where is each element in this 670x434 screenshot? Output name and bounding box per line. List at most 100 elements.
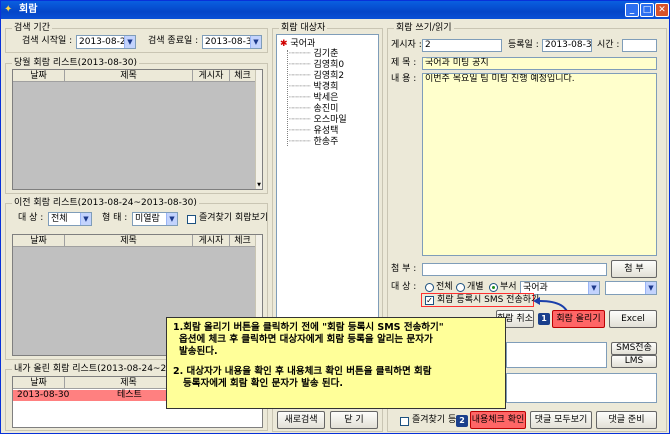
- sub-select[interactable]: ▼: [605, 281, 657, 295]
- view-all-replies-button[interactable]: 댓글 모두보기: [530, 411, 592, 429]
- content-label: 내 용 :: [391, 74, 417, 84]
- reply-field[interactable]: [506, 373, 657, 403]
- radio-individual[interactable]: [456, 283, 465, 292]
- targets-title: 회람 대상자: [279, 23, 328, 34]
- target-filter-value: 전체: [51, 214, 68, 224]
- post-button[interactable]: 회람 올리기: [552, 310, 605, 328]
- time-field[interactable]: [622, 39, 657, 52]
- step-1-badge: 1: [538, 313, 550, 325]
- tree-line: [287, 50, 288, 146]
- new-search-button[interactable]: 새로검색: [277, 411, 325, 429]
- callout-line: 1.회람 올리기 버튼을 클릭하기 전에 "회람 등록시 SMS 전송하기": [173, 322, 444, 333]
- type-filter-select[interactable]: 미열람 ▼: [132, 212, 178, 226]
- tree-item-label: 김영희0: [313, 60, 345, 70]
- col-title[interactable]: 제목: [65, 235, 193, 246]
- tree-item-label: 박경희: [313, 82, 339, 92]
- chevron-down-icon: ▼: [80, 213, 91, 225]
- sms-checkbox[interactable]: ✓: [425, 296, 434, 305]
- tree-item-label: 김기춘: [313, 49, 339, 59]
- maximize-icon[interactable]: □: [640, 3, 654, 17]
- excel-button[interactable]: Excel: [609, 310, 657, 328]
- tree-item[interactable]: ┈┈┈┈ 한송주: [289, 136, 338, 148]
- radio-all[interactable]: [425, 283, 434, 292]
- reply-prep-button[interactable]: 댓글 준비: [596, 411, 657, 429]
- compose-title: 회람 쓰기/읽기: [394, 23, 454, 34]
- col-check[interactable]: 체크: [230, 70, 256, 81]
- window-title: 회람: [19, 4, 38, 15]
- minimize-icon[interactable]: _: [625, 3, 639, 17]
- compose-favorites-label: 즐겨찾기 등: [412, 415, 457, 425]
- start-date-picker[interactable]: 2013-08-24 ▼: [76, 35, 136, 49]
- callout-line: 2. 대상자가 내용을 확인 후 내용체크 확인 버튼을 클릭하면 회람: [173, 366, 432, 377]
- search-period-group: 검색 기간 검색 시작일 : 2013-08-24 ▼ 검색 종료일 : 2013…: [5, 23, 268, 53]
- poster-field[interactable]: 2: [422, 39, 502, 52]
- col-date[interactable]: 날짜: [13, 70, 65, 81]
- compose-favorites-checkbox[interactable]: [400, 417, 409, 426]
- subject-label: 제 목 :: [391, 58, 417, 68]
- subject-field[interactable]: 국어과 미팅 공지: [422, 57, 657, 70]
- monthly-list-scrollbar[interactable]: ▼: [255, 70, 262, 189]
- attach-button[interactable]: 첨 부: [611, 260, 657, 278]
- close-button[interactable]: 닫 기: [330, 411, 378, 429]
- row-title: 테스트: [117, 390, 142, 400]
- tree-item-label: 김영희2: [313, 71, 345, 81]
- col-date[interactable]: 날짜: [13, 377, 65, 388]
- col-poster[interactable]: 게시자: [193, 235, 230, 246]
- app-window: ✦ 회람 _ □ ✕ 검색 기간 검색 시작일 : 2013-08-24 ▼ 검색…: [0, 0, 670, 434]
- callout-line: 등록자에게 회람 확인 문자가 발송 된다.: [183, 378, 343, 389]
- tree-item-label: 박세은: [313, 93, 339, 103]
- confirm-check-button[interactable]: 내용체크 확인: [470, 411, 526, 429]
- instruction-callout: 1.회람 올리기 버튼을 클릭하기 전에 "회람 등록시 SMS 전송하기" 옵…: [166, 317, 506, 409]
- chevron-down-icon: ▼: [124, 36, 135, 48]
- favorites-checkbox[interactable]: [187, 215, 196, 224]
- sms-option[interactable]: ✓ 회람 등록시 SMS 전송하기: [421, 293, 539, 307]
- tree-item-label: 송진미: [313, 104, 339, 114]
- monthly-list-title: 당월 회람 리스트(2013-08-30): [12, 58, 140, 69]
- previous-list-header: 날짜 제목 게시자 체크: [13, 235, 256, 247]
- monthly-list[interactable]: 날짜 제목 게시자 체크 ▼: [12, 69, 263, 190]
- monthly-list-header: 날짜 제목 게시자 체크: [13, 70, 256, 82]
- tree-item-label: 오스마일: [313, 115, 347, 125]
- time-label: 시간 :: [597, 40, 620, 50]
- chevron-down-icon: ▼: [588, 282, 599, 294]
- chevron-down-icon: ▼: [166, 213, 177, 225]
- target-filter-label: 대 상 :: [18, 213, 44, 223]
- end-date-picker[interactable]: 2013-08-30 ▼: [202, 35, 262, 49]
- row-date: 2013-08-30: [17, 390, 70, 400]
- step-2-badge: 2: [456, 415, 468, 427]
- col-date[interactable]: 날짜: [13, 235, 65, 246]
- content-textarea[interactable]: 이번주 목요일 팀 미팅 진행 예정입니다.: [422, 73, 657, 256]
- type-filter-value: 미열람: [135, 214, 160, 224]
- col-check[interactable]: 체크: [230, 235, 256, 246]
- minus-icon: ✱: [280, 39, 288, 49]
- callout-line: 옵션에 체크 후 클릭하면 대상자에게 회람 등록을 알리는 문자가: [179, 334, 433, 345]
- sms-send-button[interactable]: SMS전송: [611, 342, 657, 355]
- monthly-list-group: 당월 회람 리스트(2013-08-30) 날짜 제목 게시자 체크 ▼: [5, 58, 268, 194]
- attach-field[interactable]: [422, 263, 607, 276]
- target-filter-select[interactable]: 전체 ▼: [48, 212, 92, 226]
- tree-item-label: 유성택: [313, 126, 339, 136]
- app-icon: ✦: [4, 4, 13, 15]
- close-icon[interactable]: ✕: [655, 3, 669, 17]
- callout-line: 발송된다.: [179, 346, 218, 357]
- date-field[interactable]: 2013-08-30: [542, 39, 592, 52]
- chevron-down-icon: ▼: [645, 282, 656, 294]
- favorites-label: 즐겨찾기 회람보기: [199, 213, 269, 223]
- end-date-label: 검색 종료일 :: [148, 36, 199, 46]
- col-title[interactable]: 제목: [65, 70, 193, 81]
- start-date-label: 검색 시작일 :: [22, 36, 73, 46]
- col-poster[interactable]: 게시자: [193, 70, 230, 81]
- sms-message-field[interactable]: [506, 342, 607, 368]
- lms-button[interactable]: LMS: [611, 355, 657, 368]
- radio-dept[interactable]: [489, 283, 498, 292]
- poster-label: 게시자 :: [391, 40, 422, 50]
- dept-value: 국어과: [523, 283, 548, 293]
- sms-option-label: 회람 등록시 SMS 전송하기: [437, 295, 540, 305]
- tree-item-label: 한송주: [313, 137, 339, 147]
- type-filter-label: 형 태 :: [102, 213, 128, 223]
- scroll-down-icon[interactable]: ▼: [256, 182, 262, 188]
- previous-list-title: 이전 회람 리스트(2013-08-24~2013-08-30): [12, 198, 199, 209]
- target-label: 대 상 :: [391, 282, 417, 292]
- attach-label: 첨 부 :: [391, 264, 417, 274]
- chevron-down-icon: ▼: [250, 36, 261, 48]
